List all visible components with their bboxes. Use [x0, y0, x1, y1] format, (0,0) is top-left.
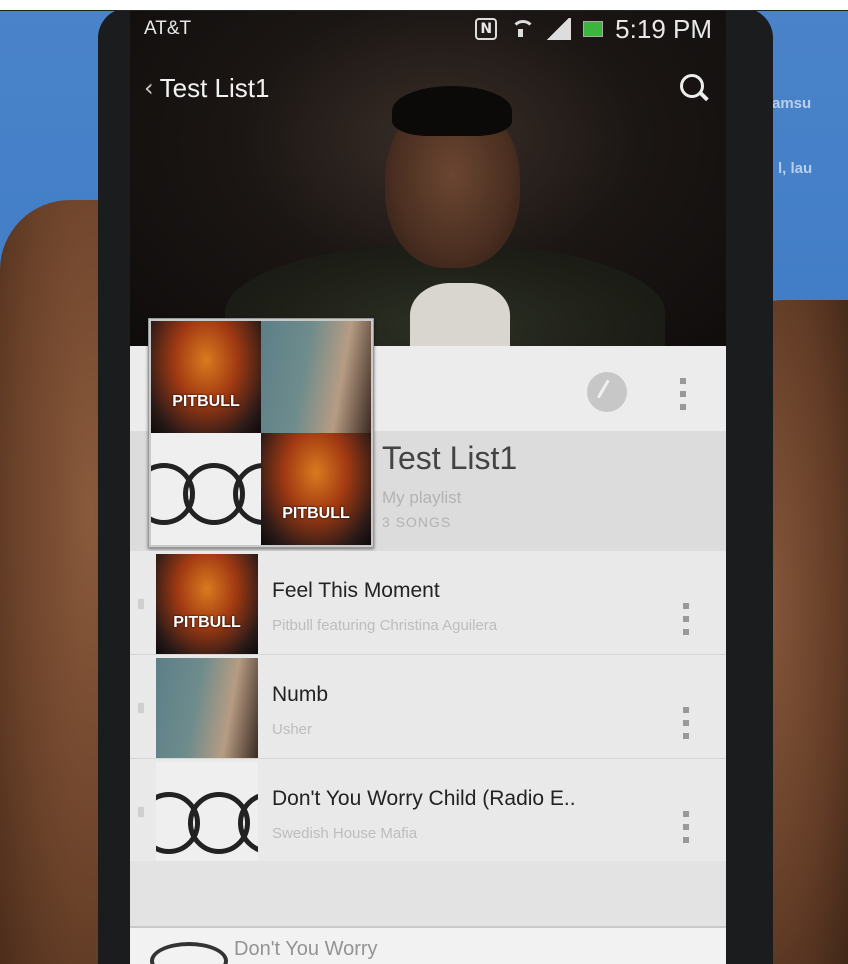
- song-row[interactable]: Don't You Worry Child (Radio E.. Swedish…: [130, 759, 726, 863]
- mini-player-art: [150, 942, 228, 964]
- action-bar: ‹ Test List1: [130, 58, 726, 118]
- playlist-title: Test List1: [382, 440, 518, 476]
- chevron-left-icon: ‹: [144, 74, 154, 102]
- battery-icon: [583, 21, 604, 37]
- signal-icon: [545, 18, 572, 40]
- back-button[interactable]: ‹ Test List1: [144, 73, 269, 104]
- album-art-pitbull: PITBULL: [151, 321, 261, 433]
- carrier-label: AT&T: [144, 18, 192, 39]
- playlist-song-count: 3 SONGS: [382, 514, 452, 530]
- drag-handle-icon[interactable]: [138, 807, 144, 817]
- playlist-art-mosaic: PITBULL PITBULL: [148, 318, 374, 548]
- song-title: Feel This Moment: [272, 579, 440, 602]
- image-border: [0, 0, 848, 11]
- photo-scene: amsu l, lau AT&T N 5:19 PM ‹ Test List1: [0, 0, 848, 964]
- list-footer: [130, 861, 726, 928]
- song-artist: Swedish House Mafia: [272, 825, 418, 842]
- song-row[interactable]: PITBULL Feel This Moment Pitbull featuri…: [130, 551, 726, 655]
- album-art-pitbull: PITBULL: [261, 433, 371, 545]
- action-bar-title: Test List1: [159, 72, 270, 103]
- drag-handle-icon[interactable]: [138, 599, 144, 609]
- song-artist: Pitbull featuring Christina Aguilera: [272, 617, 498, 634]
- shuffle-icon[interactable]: [587, 372, 627, 412]
- search-icon[interactable]: [676, 70, 712, 106]
- status-bar: AT&T N 5:19 PM: [130, 8, 726, 50]
- album-art-usher: [156, 658, 258, 758]
- song-overflow-menu[interactable]: [682, 603, 690, 635]
- album-art-usher: [261, 321, 371, 433]
- song-row[interactable]: Numb Usher: [130, 655, 726, 759]
- clock: 5:19 PM: [615, 13, 712, 44]
- playlist-subtitle: My playlist: [382, 488, 462, 507]
- song-overflow-menu[interactable]: [682, 811, 690, 843]
- album-art-swedish-house-mafia: [156, 762, 258, 862]
- drag-handle-icon[interactable]: [138, 703, 144, 713]
- wifi-icon: [509, 18, 536, 40]
- mini-player-title: Don't You Worry: [234, 938, 378, 960]
- mini-player[interactable]: Don't You Worry: [130, 928, 726, 964]
- playlist-overflow-menu[interactable]: [679, 378, 687, 410]
- wall-text-fragment: l, lau: [778, 160, 813, 177]
- nfc-icon: N: [475, 18, 498, 40]
- song-title: Don't You Worry Child (Radio E..: [272, 787, 576, 810]
- album-art-swedish-house-mafia: [151, 433, 261, 545]
- song-artist: Usher: [272, 721, 313, 738]
- song-title: Numb: [272, 683, 329, 706]
- song-overflow-menu[interactable]: [682, 707, 690, 739]
- wall-text-fragment: amsu: [772, 95, 812, 112]
- album-art-pitbull: PITBULL: [156, 554, 258, 654]
- phone-screen: AT&T N 5:19 PM ‹ Test List1 PITBULL PITB…: [130, 8, 726, 964]
